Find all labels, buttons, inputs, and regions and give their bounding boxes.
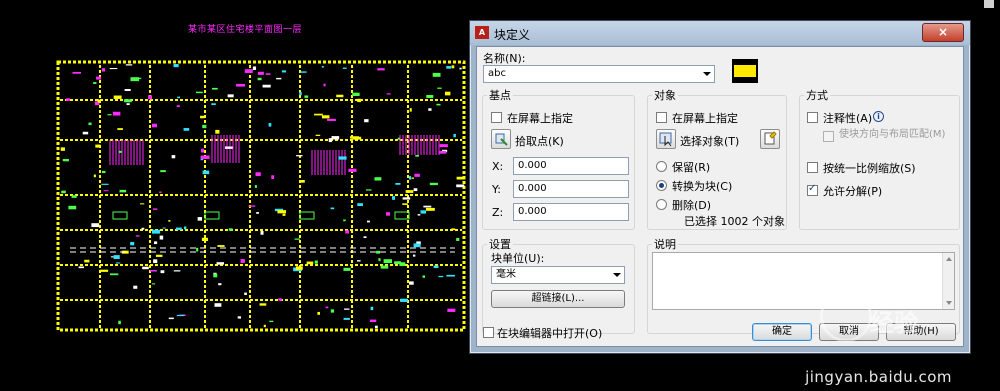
select-objects-button[interactable] [656,129,676,149]
autocad-app-icon: A [475,26,489,39]
allow-exploding-checkbox[interactable] [807,183,818,196]
convert-to-block-label: 转换为块(C) [672,180,733,193]
block-unit-select[interactable]: 毫米 [491,266,625,284]
chevron-down-icon[interactable] [613,273,621,277]
name-label: 名称(N): [483,52,526,65]
scale-uniformly-checkbox[interactable] [807,162,818,173]
block-unit-value: 毫米 [496,269,516,280]
base-specify-on-screen-checkbox[interactable] [491,112,502,123]
match-orientation-label: 使块方向与布局匹配(M) [839,129,946,140]
objects-specify-on-screen-label: 在屏幕上指定 [672,112,738,125]
cad-drawing-title: 某市某区住宅楼平面图一层 [188,25,303,35]
z-coordinate-field[interactable]: 0.000 [513,203,629,221]
x-label: X: [492,160,504,173]
quick-select-button[interactable] [760,129,780,149]
close-button[interactable]: × [922,23,964,42]
open-in-editor-checkbox[interactable] [483,327,494,338]
baidu-paw-logo [820,290,872,342]
pick-point-button[interactable] [491,129,511,149]
dialog-title: 块定义 [494,28,531,42]
objects-specify-on-screen-checkbox[interactable] [656,112,667,123]
description-textarea[interactable] [652,252,955,310]
convert-to-block-radio[interactable] [656,180,667,191]
base-specify-on-screen-label: 在屏幕上指定 [507,112,573,125]
select-objects-icon [659,132,672,147]
pick-point-label: 拾取点(K) [515,135,564,148]
x-coordinate-field[interactable]: 0.000 [513,157,629,175]
quick-select-icon [764,131,777,145]
pick-point-icon [495,133,508,146]
objects-title: 对象 [652,87,678,103]
name-value: abc [488,68,506,79]
block-unit-label: 块单位(U): [491,252,545,265]
info-icon[interactable]: i [873,111,884,122]
name-combobox[interactable]: abc [483,65,715,83]
annotative-checkbox[interactable] [807,112,818,123]
base-point-title: 基点 [487,87,513,103]
description-title: 说明 [652,236,678,252]
watermark-url: jingyan.baidu.com [805,368,952,386]
delete-radio[interactable] [656,199,667,210]
annotative-label: 注释性(A) [823,112,873,125]
dialog-titlebar[interactable]: A 块定义 × [470,21,970,45]
select-objects-label: 选择对象(T) [680,135,740,148]
block-preview-thumbnail [732,59,758,83]
behavior-title: 方式 [804,87,830,103]
selected-count-text: 已选择 1002 个对象 [684,215,785,228]
delete-label: 删除(D) [672,199,712,212]
y-label: Y: [492,183,501,196]
watermark-logo-text: 经验 [870,309,918,337]
retain-label: 保留(R) [672,161,711,174]
retain-radio[interactable] [656,161,667,172]
scale-uniformly-label: 按统一比例缩放(S) [823,162,916,175]
description-scrollbar[interactable] [942,253,954,309]
match-orientation-checkbox[interactable] [823,131,834,142]
hyperlink-button[interactable]: 超链接(L)... [491,290,625,308]
y-coordinate-field[interactable]: 0.000 [513,180,629,198]
open-in-editor-label: 在块编辑器中打开(O) [497,327,603,340]
ok-button[interactable]: 确定 [752,323,812,341]
dialog-client-area: 名称(N): abc 基点 在屏幕上指定 拾取点(K) X: 0.000 Y: … [476,46,964,347]
scroll-down-icon[interactable] [946,301,952,305]
scroll-up-icon[interactable] [946,257,952,261]
allow-exploding-label: 允许分解(P) [823,185,883,198]
window-corner-mark [984,0,994,8]
chevron-down-icon[interactable] [703,72,711,76]
z-label: Z: [492,206,504,219]
